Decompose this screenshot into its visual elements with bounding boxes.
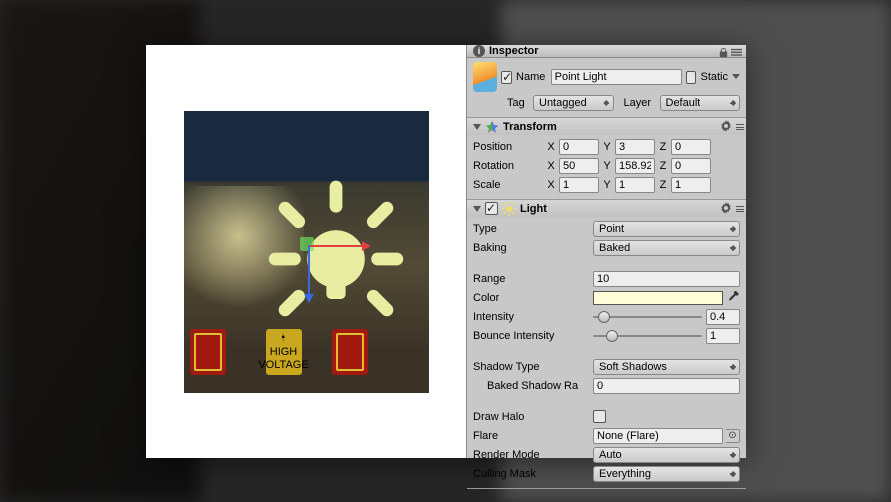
flare-label: Flare xyxy=(473,430,590,442)
baked-shadow-label: Baked Shadow Ra xyxy=(487,380,590,392)
inspector-panel: i Inspector Name Static Tag Untagged Lay… xyxy=(466,45,746,458)
layer-dropdown[interactable]: Default xyxy=(660,95,741,111)
tag-label: Tag xyxy=(507,97,529,109)
transform-title: Transform xyxy=(503,121,557,133)
baking-dropdown[interactable]: Baked xyxy=(593,240,740,256)
baked-shadow-input[interactable] xyxy=(593,378,740,394)
transform-component: Transform Position X Y Z Rotation X Y Z xyxy=(467,118,746,200)
gameobject-header: Name Static Tag Untagged Layer Default xyxy=(467,58,746,118)
scale-row: Scale X Y Z xyxy=(473,176,740,193)
inspector-tab-label: Inspector xyxy=(489,45,539,57)
component-menu-icon[interactable] xyxy=(736,124,744,130)
baking-label: Baking xyxy=(473,242,590,254)
render-mode-label: Render Mode xyxy=(473,449,590,461)
high-voltage-sign: HIGHVOLTAGE xyxy=(266,329,302,375)
rotation-row: Rotation X Y Z xyxy=(473,157,740,174)
tag-dropdown[interactable]: Untagged xyxy=(533,95,614,111)
editor-overlay: HIGHVOLTAGE i Inspector Name Static xyxy=(146,45,746,458)
bounce-value-input[interactable] xyxy=(706,328,740,344)
name-input[interactable] xyxy=(551,69,682,85)
draw-halo-checkbox[interactable] xyxy=(593,410,606,423)
foldout-icon[interactable] xyxy=(473,206,481,216)
range-input[interactable] xyxy=(593,271,740,287)
panel-menu-icon[interactable] xyxy=(731,47,742,58)
gear-icon[interactable] xyxy=(720,120,732,132)
foldout-icon[interactable] xyxy=(473,124,481,134)
intensity-slider[interactable] xyxy=(593,310,702,324)
intensity-value-input[interactable] xyxy=(706,309,740,325)
name-label: Name xyxy=(516,71,547,83)
light-component: Light Type Point Baking Baked Range xyxy=(467,200,746,489)
render-mode-dropdown[interactable]: Auto xyxy=(593,447,740,463)
scene-viewport[interactable]: HIGHVOLTAGE xyxy=(184,111,429,393)
position-label: Position xyxy=(473,141,543,153)
static-label: Static xyxy=(700,71,728,83)
bounce-slider[interactable] xyxy=(593,329,702,343)
static-dropdown-icon[interactable] xyxy=(732,74,740,83)
light-enabled-checkbox[interactable] xyxy=(485,202,498,215)
rotation-label: Rotation xyxy=(473,160,543,172)
type-label: Type xyxy=(473,223,590,235)
flare-field[interactable]: None (Flare) xyxy=(593,428,723,444)
scale-label: Scale xyxy=(473,179,543,191)
shadow-type-label: Shadow Type xyxy=(473,361,590,373)
slider-thumb[interactable] xyxy=(606,330,618,342)
position-x-input[interactable] xyxy=(559,139,599,155)
warning-sign-right xyxy=(332,329,368,375)
object-picker-icon[interactable] xyxy=(726,429,740,443)
rotation-x-input[interactable] xyxy=(559,158,599,174)
gizmo-x-handle[interactable] xyxy=(308,245,368,247)
scale-x-input[interactable] xyxy=(559,177,599,193)
layer-label: Layer xyxy=(624,97,656,109)
component-menu-icon[interactable] xyxy=(736,206,744,212)
light-gizmo-icon xyxy=(256,171,416,334)
eyedropper-icon[interactable] xyxy=(726,291,740,305)
position-row: Position X Y Z xyxy=(473,138,740,155)
gizmo-y-handle[interactable] xyxy=(308,245,310,300)
type-dropdown[interactable]: Point xyxy=(593,221,740,237)
gear-icon[interactable] xyxy=(720,202,732,214)
light-icon xyxy=(502,202,516,216)
gizmo-z-handle[interactable] xyxy=(300,237,314,251)
culling-mask-dropdown[interactable]: Everything xyxy=(593,466,740,482)
position-y-input[interactable] xyxy=(615,139,655,155)
warning-sign-left xyxy=(190,329,226,375)
scene-preview-panel: HIGHVOLTAGE xyxy=(146,45,466,458)
shadow-type-dropdown[interactable]: Soft Shadows xyxy=(593,359,740,375)
position-z-input[interactable] xyxy=(671,139,711,155)
intensity-label: Intensity xyxy=(473,311,590,323)
range-label: Range xyxy=(473,273,590,285)
scale-y-input[interactable] xyxy=(615,177,655,193)
slider-thumb[interactable] xyxy=(598,311,610,323)
light-title: Light xyxy=(520,203,547,215)
bounce-label: Bounce Intensity xyxy=(473,330,590,342)
active-checkbox[interactable] xyxy=(501,71,512,84)
light-header[interactable]: Light xyxy=(467,200,746,217)
rotation-z-input[interactable] xyxy=(671,158,711,174)
inspector-tab[interactable]: i Inspector xyxy=(467,45,746,58)
rotation-y-input[interactable] xyxy=(615,158,655,174)
info-icon: i xyxy=(473,45,485,57)
culling-mask-label: Culling Mask xyxy=(473,468,590,480)
draw-halo-label: Draw Halo xyxy=(473,411,590,423)
static-checkbox[interactable] xyxy=(686,71,697,84)
lock-icon[interactable] xyxy=(718,47,729,58)
scale-z-input[interactable] xyxy=(671,177,711,193)
color-swatch[interactable] xyxy=(593,291,723,305)
transform-icon xyxy=(485,120,499,134)
color-label: Color xyxy=(473,292,590,304)
transform-header[interactable]: Transform xyxy=(467,118,746,135)
gameobject-icon[interactable] xyxy=(473,62,497,92)
